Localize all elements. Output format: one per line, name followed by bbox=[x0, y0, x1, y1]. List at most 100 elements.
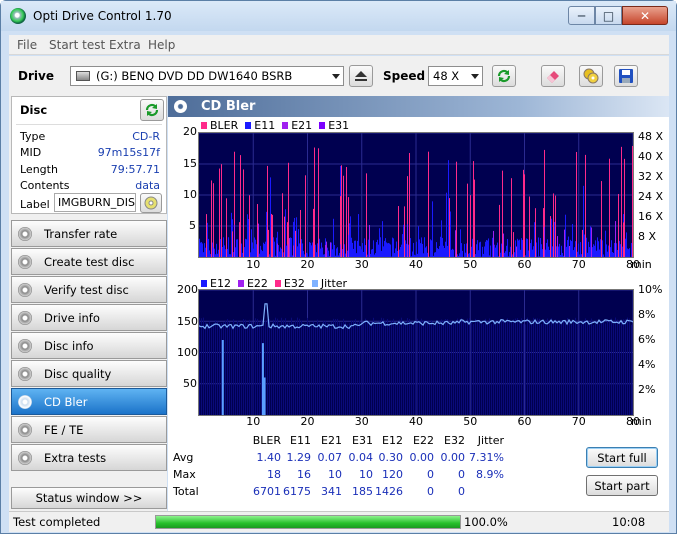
refresh-disc-button[interactable] bbox=[140, 99, 164, 121]
e12-band bbox=[407, 318, 408, 415]
e21-bar bbox=[330, 242, 331, 257]
e12-band bbox=[383, 318, 384, 415]
disc-label-button[interactable] bbox=[140, 193, 162, 213]
menu-start-test[interactable]: Start test bbox=[49, 38, 105, 52]
bler-spike bbox=[366, 173, 367, 257]
e11-bar bbox=[436, 242, 437, 257]
close-button[interactable]: ✕ bbox=[622, 6, 668, 25]
e11-bar bbox=[334, 245, 335, 257]
e12-band bbox=[495, 324, 496, 415]
e12-band bbox=[557, 321, 558, 415]
bler-spike bbox=[499, 204, 500, 257]
status-window-button[interactable]: Status window >> bbox=[11, 487, 167, 509]
e11-bar bbox=[389, 243, 390, 257]
speed-select[interactable]: 48 X bbox=[428, 66, 483, 86]
nav-drive-info[interactable]: Drive info bbox=[11, 304, 167, 331]
copy-button[interactable] bbox=[579, 65, 603, 87]
bler-spike bbox=[576, 151, 577, 257]
e12-band bbox=[199, 317, 200, 415]
e12-band bbox=[353, 320, 354, 415]
e11-bar bbox=[244, 247, 245, 257]
refresh-drive-button[interactable] bbox=[492, 65, 516, 87]
eject-button[interactable] bbox=[349, 65, 373, 87]
c2-y2tick: 2% bbox=[638, 383, 656, 396]
nav-verify-test-disc[interactable]: Verify test disc bbox=[11, 276, 167, 303]
e11-bar bbox=[444, 247, 445, 257]
e12-band bbox=[333, 318, 334, 415]
nav-label: Transfer rate bbox=[44, 226, 118, 241]
nav-extra-tests[interactable]: Extra tests bbox=[11, 444, 167, 471]
start-full-button[interactable]: Start full bbox=[586, 447, 658, 468]
e11-bar bbox=[269, 254, 270, 257]
nav-create-test-disc[interactable]: Create test disc bbox=[11, 248, 167, 275]
e12-band bbox=[243, 318, 244, 415]
e11-bar bbox=[559, 243, 560, 257]
start-part-button[interactable]: Start part bbox=[586, 475, 658, 496]
e11-bar bbox=[349, 223, 350, 257]
bler-spike bbox=[609, 158, 610, 257]
e11-bar bbox=[266, 211, 267, 257]
e11-bar bbox=[251, 229, 252, 257]
e12-band bbox=[293, 322, 294, 415]
e11-bar bbox=[572, 224, 573, 257]
e11-bar bbox=[356, 253, 357, 257]
menu-extra[interactable]: Extra bbox=[109, 38, 141, 52]
e11-bar bbox=[631, 242, 632, 257]
e11-bar bbox=[446, 192, 447, 257]
nav-disc-quality[interactable]: Disc quality bbox=[11, 360, 167, 387]
nav-disc-info[interactable]: Disc info bbox=[11, 332, 167, 359]
e11-bar bbox=[426, 246, 427, 257]
nav-cd-bler[interactable]: CD Bler bbox=[11, 388, 167, 415]
minimize-button[interactable]: ─ bbox=[568, 6, 595, 25]
menu-file[interactable]: File bbox=[17, 38, 37, 52]
e11-bar bbox=[478, 250, 479, 257]
e21-bar bbox=[455, 230, 456, 257]
e11-bar bbox=[352, 242, 353, 257]
e12-band bbox=[433, 323, 434, 415]
e11-bar bbox=[587, 252, 588, 257]
erase-button[interactable] bbox=[541, 65, 565, 87]
e11-bar bbox=[309, 242, 310, 257]
e12-band bbox=[549, 322, 550, 415]
status-time: 10:08 bbox=[612, 515, 646, 529]
disc-label-field[interactable]: IMGBURN_DIS bbox=[54, 193, 136, 212]
e11-bar bbox=[224, 245, 225, 257]
e11-bar bbox=[598, 241, 599, 257]
e12-band bbox=[393, 318, 394, 415]
c1-y2tick: 32 X bbox=[638, 170, 664, 183]
stats-cell: 7.31% bbox=[469, 451, 504, 464]
e11-bar bbox=[321, 242, 322, 257]
e12-band bbox=[285, 318, 286, 415]
nav-transfer-rate[interactable]: Transfer rate bbox=[11, 220, 167, 247]
c1-y2tick: 24 X bbox=[638, 190, 664, 203]
drive-select[interactable]: (G:) BENQ DVD DD DW1640 BSRB bbox=[70, 66, 344, 86]
e11-bar bbox=[410, 238, 411, 257]
e11-bar bbox=[625, 238, 626, 257]
x-tick-label: 20 bbox=[300, 415, 315, 428]
c1-ytick: 20 bbox=[183, 125, 197, 138]
e12-band bbox=[381, 317, 382, 415]
e12-spike bbox=[221, 340, 224, 415]
e12-band bbox=[303, 324, 304, 415]
e12-band bbox=[621, 320, 622, 415]
e11-bar bbox=[324, 254, 325, 257]
e11-bar bbox=[317, 243, 318, 257]
drive-label: Drive bbox=[18, 69, 54, 83]
e11-bar bbox=[333, 218, 334, 257]
e11-bar bbox=[522, 239, 523, 257]
menu-help[interactable]: Help bbox=[148, 38, 175, 52]
e11-bar bbox=[397, 250, 398, 257]
e11-bar bbox=[345, 253, 346, 257]
panel-header: CD Bler bbox=[168, 96, 669, 117]
nav-fe-te[interactable]: FE / TE bbox=[11, 416, 167, 443]
maximize-button[interactable]: □ bbox=[595, 6, 622, 25]
e11-bar bbox=[515, 240, 516, 257]
error-jitter-chart bbox=[198, 289, 634, 415]
disc-icon bbox=[18, 338, 32, 353]
e11-bar bbox=[368, 239, 369, 257]
save-button[interactable] bbox=[614, 65, 638, 87]
app-window: Opti Drive Control 1.70 ─ □ ✕ File Start… bbox=[0, 0, 677, 534]
bler-spike bbox=[621, 146, 622, 257]
e11-bar bbox=[283, 252, 284, 257]
bler-spike bbox=[226, 198, 227, 257]
